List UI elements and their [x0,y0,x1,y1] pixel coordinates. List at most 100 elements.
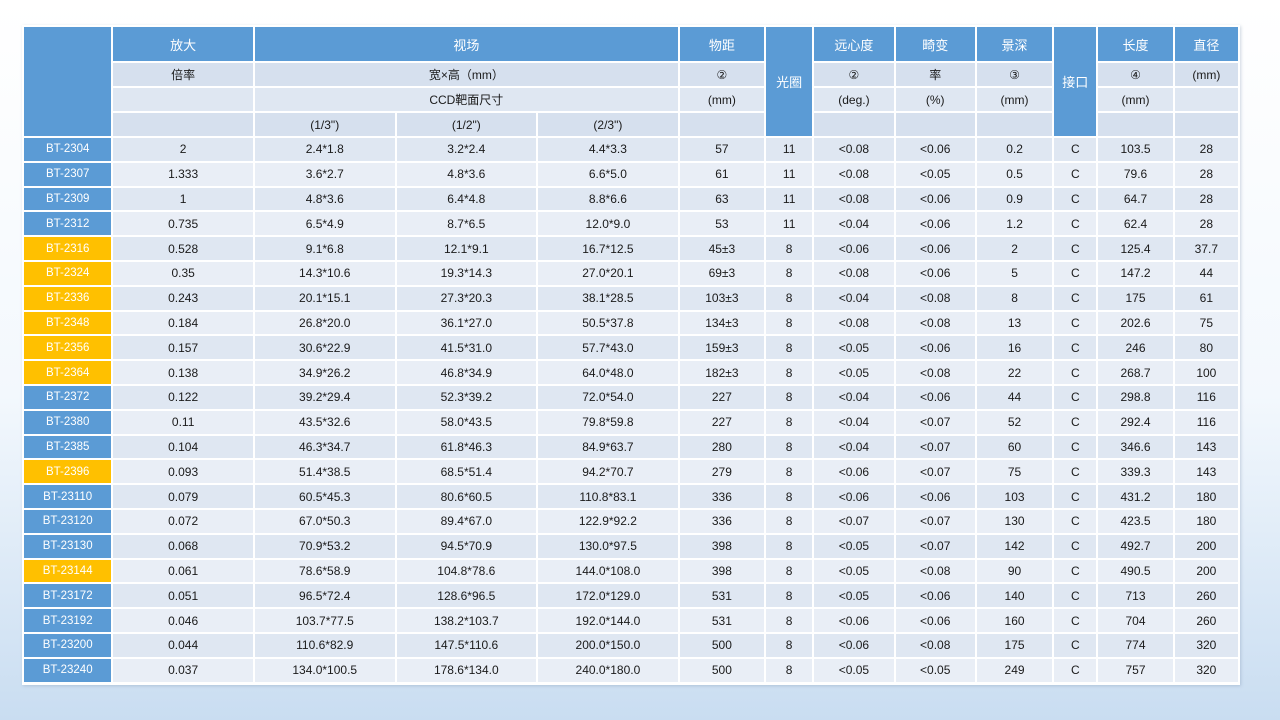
diameter-cell: 28 [1174,162,1238,186]
header-ccd-target: CCD靶面尺寸 [254,88,678,111]
fov-2-3-cell: 27.0*20.1 [538,261,678,285]
header-blank [814,113,894,136]
depth-of-field-cell: 175 [976,633,1053,657]
distortion-cell: <0.07 [895,509,975,533]
fov-1-3-cell: 51.4*38.5 [254,460,395,484]
aperture-cell: 8 [766,460,813,484]
mount-cell: C [1054,212,1097,236]
length-cell: 292.4 [1098,410,1173,434]
telecentricity-cell: <0.05 [814,559,894,583]
table-row: BT-2348 0.184 26.8*20.0 36.1*27.0 50.5*37.8 1… [24,311,1238,335]
mount-cell: C [1054,336,1097,360]
table-row: BT-2372 0.122 39.2*29.4 52.3*39.2 72.0*54.0 2… [24,385,1238,409]
table-row: BT-2309 1 4.8*3.6 6.4*4.8 8.8*6.6 63 11 <0.08 <0… [24,187,1238,211]
fov-1-3-cell: 96.5*72.4 [254,584,395,608]
model-cell: BT-23200 [24,633,112,657]
magnification-cell: 0.104 [113,435,253,459]
depth-of-field-cell: 16 [976,336,1053,360]
header-sensor-2-3: (2/3") [538,113,678,136]
header-mount: 接口 [1054,27,1097,136]
magnification-cell: 0.046 [113,609,253,632]
length-cell: 492.7 [1098,534,1173,558]
distortion-cell: <0.07 [895,460,975,484]
fov-2-3-cell: 110.8*83.1 [538,485,678,508]
fov-1-2-cell: 94.5*70.9 [396,534,537,558]
model-cell: BT-23192 [24,609,112,632]
fov-1-3-cell: 46.3*34.7 [254,435,395,459]
model-cell: BT-2396 [24,460,112,484]
header-fov-units: 宽×高（mm） [254,63,678,86]
telecentricity-cell: <0.05 [814,336,894,360]
distortion-cell: <0.06 [895,261,975,285]
telecentricity-cell: <0.06 [814,460,894,484]
model-cell: BT-23120 [24,509,112,533]
depth-of-field-cell: 60 [976,435,1053,459]
fov-1-3-cell: 67.0*50.3 [254,509,395,533]
header-diameter: 直径 [1174,27,1238,61]
table-row: BT-23240 0.037 134.0*100.5 178.6*134.0 240.0… [24,658,1238,682]
fov-2-3-cell: 200.0*150.0 [538,633,678,657]
length-cell: 490.5 [1098,559,1173,583]
fov-1-3-cell: 3.6*2.7 [254,162,395,186]
length-cell: 704 [1098,609,1173,632]
telecentricity-cell: <0.08 [814,311,894,335]
fov-1-2-cell: 19.3*14.3 [396,261,537,285]
mount-cell: C [1054,609,1097,632]
fov-1-3-cell: 6.5*4.9 [254,212,395,236]
fov-1-3-cell: 34.9*26.2 [254,361,395,384]
fov-2-3-cell: 94.2*70.7 [538,460,678,484]
magnification-cell: 1 [113,187,253,211]
depth-of-field-cell: 249 [976,658,1053,682]
table-row: BT-23120 0.072 67.0*50.3 89.4*67.0 122.9*92.… [24,509,1238,533]
depth-of-field-cell: 0.9 [976,187,1053,211]
table-row: BT-23130 0.068 70.9*53.2 94.5*70.9 130.0*97.… [24,534,1238,558]
length-cell: 125.4 [1098,237,1173,260]
diameter-cell: 143 [1174,460,1238,484]
telecentricity-cell: <0.06 [814,485,894,508]
mount-cell: C [1054,633,1097,657]
depth-of-field-cell: 103 [976,485,1053,508]
distortion-cell: <0.05 [895,658,975,682]
depth-of-field-cell: 13 [976,311,1053,335]
distortion-cell: <0.07 [895,410,975,434]
fov-1-3-cell: 43.5*32.6 [254,410,395,434]
table-row: BT-2324 0.35 14.3*10.6 19.3*14.3 27.0*20.1 69… [24,261,1238,285]
magnification-cell: 0.243 [113,286,253,310]
model-cell: BT-2312 [24,212,112,236]
fov-1-3-cell: 103.7*77.5 [254,609,395,632]
telecentricity-cell: <0.04 [814,385,894,409]
header-blank [679,113,765,136]
header-wd-note: ② [679,63,765,86]
table-row: BT-2336 0.243 20.1*15.1 27.3*20.3 38.1*28.5 1… [24,286,1238,310]
distortion-cell: <0.08 [895,311,975,335]
fov-2-3-cell: 16.7*12.5 [538,237,678,260]
header-blank [895,113,975,136]
header-distortion: 畸变 [895,27,975,61]
mount-cell: C [1054,658,1097,682]
depth-of-field-cell: 90 [976,559,1053,583]
magnification-cell: 0.35 [113,261,253,285]
table-row: BT-23144 0.061 78.6*58.9 104.8*78.6 144.0*10… [24,559,1238,583]
aperture-cell: 8 [766,584,813,608]
header-depth-of-field: 景深 [976,27,1053,61]
diameter-cell: 28 [1174,138,1238,161]
fov-1-2-cell: 61.8*46.3 [396,435,537,459]
magnification-cell: 0.093 [113,460,253,484]
fov-1-2-cell: 6.4*4.8 [396,187,537,211]
aperture-cell: 8 [766,485,813,508]
aperture-cell: 11 [766,138,813,161]
working-distance-cell: 398 [679,559,765,583]
model-cell: BT-2385 [24,435,112,459]
working-distance-cell: 53 [679,212,765,236]
fov-1-2-cell: 178.6*134.0 [396,658,537,682]
spec-table-panel: 放大 视场 物距 光圈 远心度 畸变 景深 接口 长度 直径 倍率 宽×高（mm… [22,25,1240,685]
distortion-cell: <0.07 [895,435,975,459]
model-cell: BT-2304 [24,138,112,161]
fov-1-2-cell: 12.1*9.1 [396,237,537,260]
model-cell: BT-23240 [24,658,112,682]
mount-cell: C [1054,138,1097,161]
diameter-cell: 260 [1174,584,1238,608]
header-row-1: 放大 视场 物距 光圈 远心度 畸变 景深 接口 长度 直径 [24,27,1238,136]
mount-cell: C [1054,460,1097,484]
model-cell: BT-23144 [24,559,112,583]
